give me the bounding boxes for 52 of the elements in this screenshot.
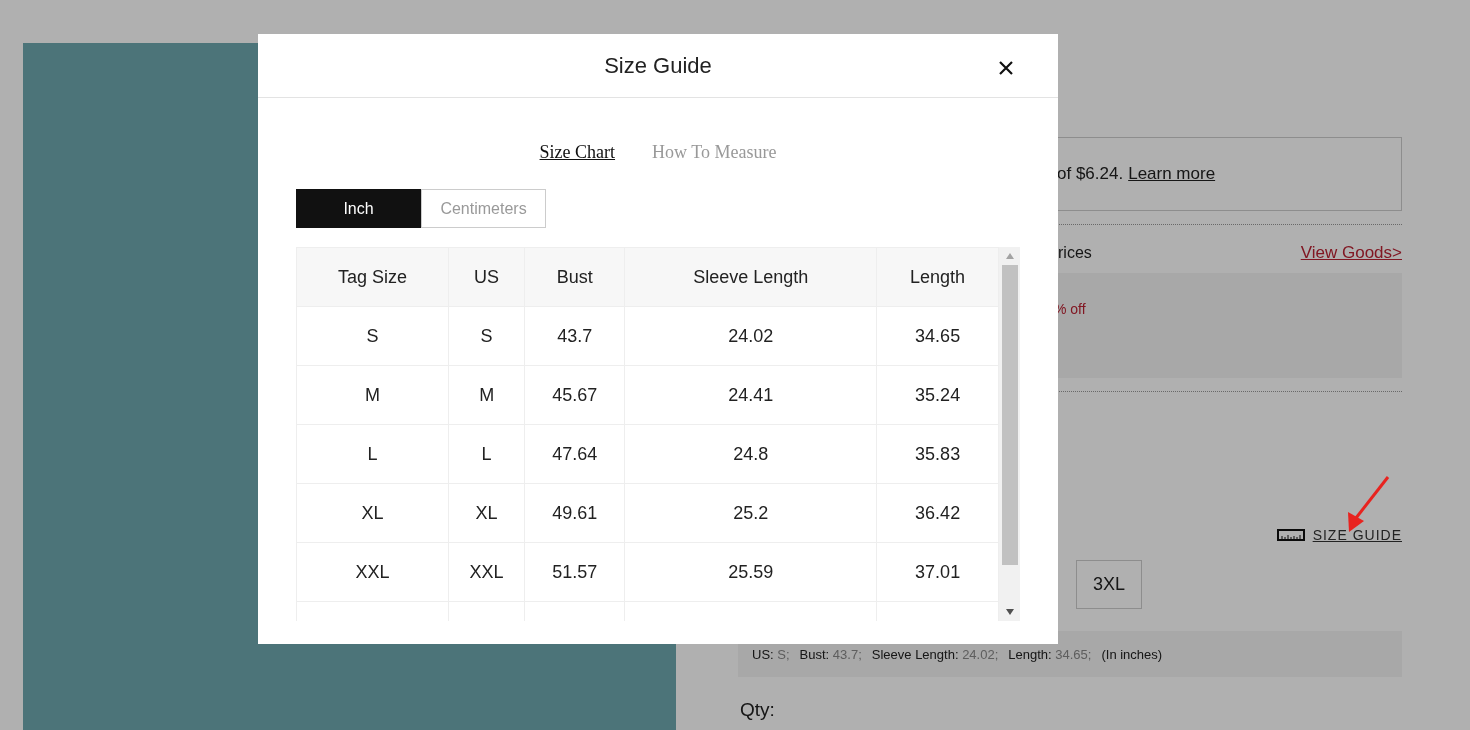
summary-item: Length: 34.65; [1008,646,1092,662]
table-cell: M [448,365,525,425]
close-icon [998,60,1014,76]
summary-item: Sleeve Length: 24.02; [871,646,999,662]
scroll-thumb[interactable] [1001,265,1018,565]
table-cell: 49.61 [524,483,625,543]
size-option[interactable]: 3XL [1076,560,1142,609]
table-cell: 24.41 [624,365,877,425]
bundle-label: rices [1058,244,1092,262]
table-cell: XL [296,483,449,543]
close-button[interactable] [998,60,1014,76]
table-cell: 51.57 [524,542,625,602]
unit-toggle[interactable]: Inch [296,189,421,228]
summary-item: US: S; [752,646,790,662]
table-cell: 25.2 [624,483,877,543]
table-cell: 35.83 [876,424,999,484]
table-cell: XXL [448,542,525,602]
table-cell: 47.64 [524,424,625,484]
table-cell: L [448,424,525,484]
table-cell: XL [448,483,525,543]
table-cell: 37.01 [876,542,999,602]
qty-label: Qty: [740,699,776,721]
scrollbar[interactable] [999,247,1020,621]
table-cell: 25.59 [624,542,877,602]
table-cell: XXL [296,542,449,602]
scroll-down-icon[interactable] [1005,609,1014,615]
price-note: of $6.24. [1057,164,1124,184]
learn-more-link[interactable]: Learn more [1128,164,1216,184]
table-cell: L [296,424,449,484]
view-goods-link[interactable]: View Goods> [1300,243,1402,263]
table-cell: S [448,306,525,366]
tab[interactable]: Size Chart [539,142,616,163]
table-cell: 35.24 [876,365,999,425]
scroll-up-icon[interactable] [1005,253,1014,259]
dialog-title: Size Guide [604,52,712,79]
size-guide-link[interactable]: SIZE GUIDE [1312,527,1402,543]
summary-item: Bust: 43.7; [799,646,862,662]
column-header: Sleeve Length [624,247,877,307]
ruler-icon [1276,529,1305,541]
table-cell: 43.7 [524,306,625,366]
table-cell: 34.65 [876,306,999,366]
table-cell: 24.02 [624,306,877,366]
table-cell: 36.42 [876,483,999,543]
table-cell: 24.8 [624,424,877,484]
summary-unit: (In inches) [1101,646,1163,662]
column-header: Bust [524,247,625,307]
column-header: US [448,247,525,307]
table-cell: S [296,306,449,366]
table-cell: M [296,365,449,425]
table-cell: 45.67 [524,365,625,425]
column-header: Length [876,247,999,307]
column-header: Tag Size [296,247,449,307]
